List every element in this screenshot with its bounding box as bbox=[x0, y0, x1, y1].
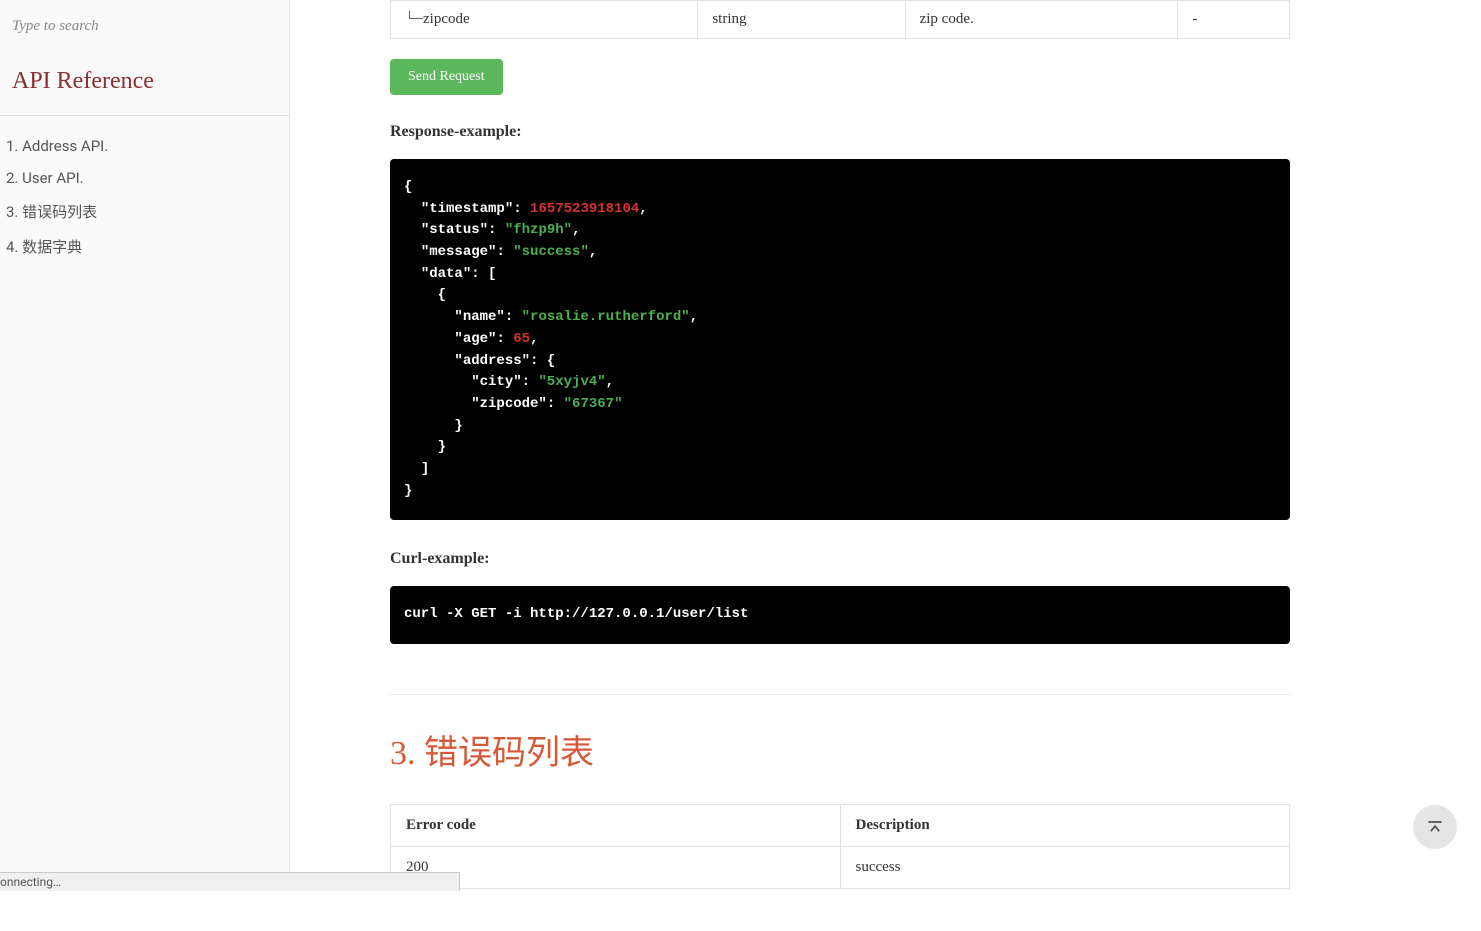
chevron-top-icon bbox=[1425, 817, 1445, 837]
sidebar: API Reference 1. Address API. 2. User AP… bbox=[0, 0, 290, 891]
send-request-button[interactable]: Send Request bbox=[390, 59, 503, 95]
curl-example-label: Curl-example: bbox=[390, 550, 1290, 568]
search-input[interactable] bbox=[12, 18, 277, 35]
table-row: └─zipcode string zip code. - bbox=[391, 1, 1290, 39]
description-header: Description bbox=[840, 805, 1290, 847]
table-header-row: Error code Description bbox=[391, 805, 1290, 847]
tree-prefix: └─ bbox=[405, 11, 423, 28]
search-box bbox=[0, 0, 289, 50]
response-example-label: Response-example: bbox=[390, 123, 1290, 141]
back-to-top-button[interactable] bbox=[1413, 805, 1457, 849]
nav-item-dict[interactable]: 4. 数据字典 bbox=[0, 229, 289, 264]
status-bar: onnecting… bbox=[0, 872, 460, 891]
param-desc: zip code. bbox=[905, 1, 1178, 39]
main-content: └─zipcode string zip code. - Send Reques… bbox=[290, 0, 1390, 929]
sidebar-title: API Reference bbox=[0, 50, 289, 116]
param-since: - bbox=[1178, 1, 1290, 39]
curl-code-block: curl -X GET -i http://127.0.0.1/user/lis… bbox=[390, 586, 1290, 644]
error-desc-cell: success bbox=[840, 847, 1290, 889]
param-field: zipcode bbox=[423, 11, 470, 27]
params-table: └─zipcode string zip code. - bbox=[390, 0, 1290, 39]
nav-item-address[interactable]: 1. Address API. bbox=[0, 130, 289, 162]
param-field-cell: └─zipcode bbox=[391, 1, 698, 39]
param-type: string bbox=[698, 1, 905, 39]
nav-list: 1. Address API. 2. User API. 3. 错误码列表 4.… bbox=[0, 116, 289, 278]
section-3-heading: 3. 错误码列表 bbox=[390, 694, 1290, 774]
error-table: Error code Description 200 success bbox=[390, 804, 1290, 889]
error-code-header: Error code bbox=[391, 805, 841, 847]
nav-item-user[interactable]: 2. User API. bbox=[0, 162, 289, 194]
table-row: 200 success bbox=[391, 847, 1290, 889]
nav-item-errors[interactable]: 3. 错误码列表 bbox=[0, 194, 289, 229]
response-code-block: { "timestamp": 1657523918104, "status": … bbox=[390, 159, 1290, 520]
